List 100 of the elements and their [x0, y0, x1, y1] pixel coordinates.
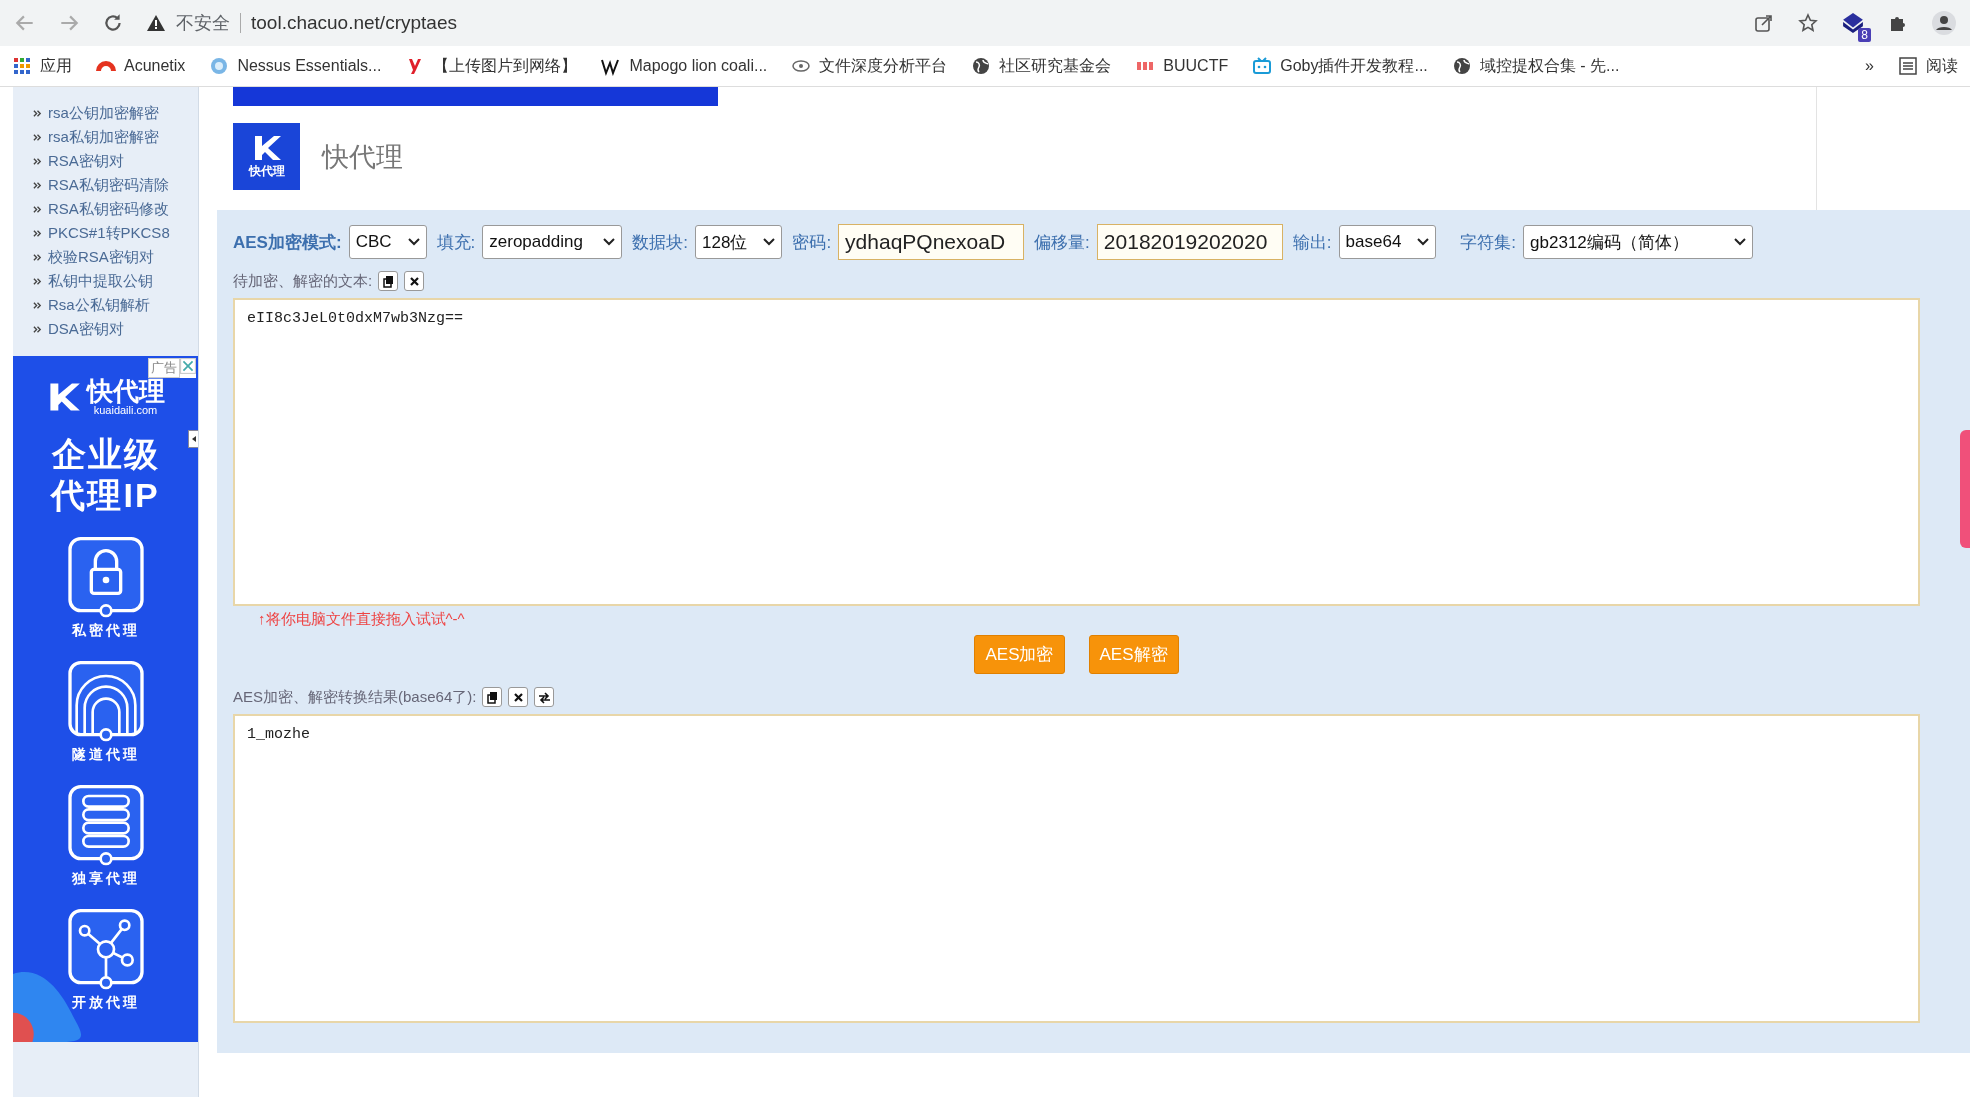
bookmark-label: Nessus Essentials...	[237, 57, 382, 75]
globe-icon	[1451, 56, 1472, 76]
address-bar[interactable]: tool.chacuo.net/cryptaes	[251, 12, 457, 34]
star-icon[interactable]	[1798, 13, 1818, 33]
field-label: 偏移量:	[1034, 231, 1090, 254]
chevron-down-icon	[1734, 238, 1747, 246]
sidebar-link[interactable]: DSA密钥对	[48, 320, 124, 339]
reload-icon[interactable]	[102, 12, 124, 34]
site-name: 快代理	[322, 140, 403, 174]
chevrons-icon	[33, 229, 42, 238]
dropdown[interactable]: zeropadding	[482, 225, 623, 259]
bookmark[interactable]: Acunetix	[96, 57, 186, 75]
chevron-down-icon	[763, 238, 776, 246]
sidebar-link[interactable]: RSA密钥对	[48, 152, 124, 171]
field-label: 数据块:	[632, 231, 688, 254]
globe-icon	[209, 56, 230, 76]
warning-icon	[146, 13, 166, 33]
sidebar-link[interactable]: 校验RSA密钥对	[48, 248, 154, 267]
close-icon	[407, 274, 421, 288]
bookmark-label: Mapogo lion coali...	[629, 57, 768, 75]
chevrons-icon	[33, 181, 42, 190]
feature-label: 开放代理	[71, 993, 140, 1012]
chevrons-icon	[33, 157, 42, 166]
ad-domain: kuaidaili.com	[93, 404, 158, 416]
notification-badge: 8	[1858, 28, 1871, 42]
reading-list-label: 阅读	[1926, 55, 1958, 76]
collapse-icon[interactable]	[188, 430, 198, 448]
bookmark-label: 社区研究基金会	[999, 55, 1112, 76]
bookmark[interactable]: 文件深度分析平台	[791, 55, 948, 77]
bookmark-label: 域控提权合集 - 先...	[1479, 55, 1620, 76]
close-button[interactable]	[404, 271, 425, 291]
swap-icon	[537, 690, 551, 704]
bookmark[interactable]: Goby插件开发教程...	[1252, 55, 1428, 77]
chevrons-icon	[33, 133, 42, 142]
sidebar-link[interactable]: rsa公钥加密解密	[48, 104, 159, 123]
bookmark-label: 【上传图片到网络】	[433, 55, 578, 76]
ad-label: 广告	[148, 358, 180, 378]
ad-headline: 企业级 代理IP	[51, 434, 160, 516]
input-field[interactable]: 20182019202020	[1096, 224, 1283, 260]
dropdown[interactable]: gb2312编码（简体）	[1523, 225, 1754, 259]
bookmark-label: Goby插件开发教程...	[1280, 55, 1428, 76]
close-button[interactable]	[508, 687, 529, 707]
field-label: 输出:	[1292, 231, 1332, 254]
chevrons-icon	[33, 301, 42, 310]
copy-button[interactable]	[378, 271, 399, 291]
bookmark[interactable]: 社区研究基金会	[971, 55, 1112, 77]
chevron-down-icon	[603, 238, 616, 246]
copy-button[interactable]	[482, 687, 503, 707]
field-label: 字符集:	[1460, 231, 1517, 254]
drop-hint: ↑将你电脑文件直接拖入试试^-^	[258, 610, 466, 629]
close-icon[interactable]	[180, 358, 196, 374]
close-icon	[511, 690, 525, 704]
sidebar-link[interactable]: rsa私钥加密解密	[48, 128, 159, 147]
bookmark-label: 文件深度分析平台	[819, 55, 948, 76]
sidebar-link[interactable]: PKCS#1转PKCS8	[48, 224, 170, 243]
share-icon[interactable]	[1754, 13, 1774, 33]
feature-label: 隧道代理	[71, 745, 140, 764]
swap-button[interactable]	[534, 687, 555, 707]
copy-icon	[381, 274, 395, 288]
bookmark[interactable]: 【上传图片到网络】	[405, 55, 578, 77]
bookmark[interactable]: BUUCTF	[1135, 56, 1229, 76]
ad-banner[interactable]: 广告 快代理 kuaidaili.com 企业级 代理IP 私密代理 隧道代理 独享代理 开放代理	[13, 356, 198, 1042]
feature-label: 私密代理	[71, 621, 140, 640]
tv-icon	[1252, 56, 1273, 76]
chevron-down-icon	[1417, 238, 1430, 246]
section-label: 待加密、解密的文本:	[233, 271, 373, 291]
sidebar-link[interactable]: Rsa公私钥解析	[48, 296, 150, 315]
copy-icon	[485, 690, 499, 704]
bookmark[interactable]: 应用	[12, 55, 72, 77]
field-label: AES加密模式:	[233, 231, 342, 254]
site-logo[interactable]: 快代理	[233, 123, 300, 190]
sidebar-link[interactable]: RSA私钥密码清除	[48, 176, 169, 195]
logo-text: 快代理	[248, 163, 285, 180]
ad-brand: 快代理	[86, 378, 165, 404]
chevrons-icon	[33, 325, 42, 334]
dropdown[interactable]: 128位	[695, 225, 783, 259]
bookmark-label: BUUCTF	[1163, 57, 1229, 75]
bookmark[interactable]: 域控提权合集 - 先...	[1451, 55, 1620, 77]
sidebar-link[interactable]: RSA私钥密码修改	[48, 200, 169, 219]
result-area[interactable]: 1_mozhe	[233, 714, 1920, 1023]
chevrons-icon	[33, 205, 42, 214]
bookmark-label: 应用	[40, 55, 72, 76]
chevrons-icon	[33, 277, 42, 286]
feature-label: 独享代理	[71, 869, 140, 888]
reading-list-button[interactable]: 阅读	[1898, 55, 1958, 77]
security-label[interactable]: 不安全	[176, 11, 230, 35]
dropdown[interactable]: CBC	[348, 225, 427, 259]
text-area[interactable]: eII8c3JeL0t0dxM7wb3Nzg==	[233, 298, 1920, 606]
sidebar-link[interactable]: 私钥中提取公钥	[48, 272, 153, 291]
section-label: AES加密、解密转换结果(base64了):	[233, 687, 477, 707]
chevrons-icon	[33, 253, 42, 262]
dropdown[interactable]: base64	[1338, 225, 1437, 259]
field-label: 填充:	[436, 231, 476, 254]
input-field[interactable]: ydhaqPQnexoaD	[838, 224, 1025, 260]
more-bookmarks-button[interactable]: »	[1865, 57, 1874, 75]
list-icon	[1898, 56, 1918, 76]
bookmark[interactable]: Mapogo lion coali...	[601, 56, 768, 76]
profile-icon[interactable]	[1932, 11, 1956, 35]
bookmark[interactable]: Nessus Essentials...	[209, 56, 382, 76]
apps-icon	[12, 56, 32, 76]
